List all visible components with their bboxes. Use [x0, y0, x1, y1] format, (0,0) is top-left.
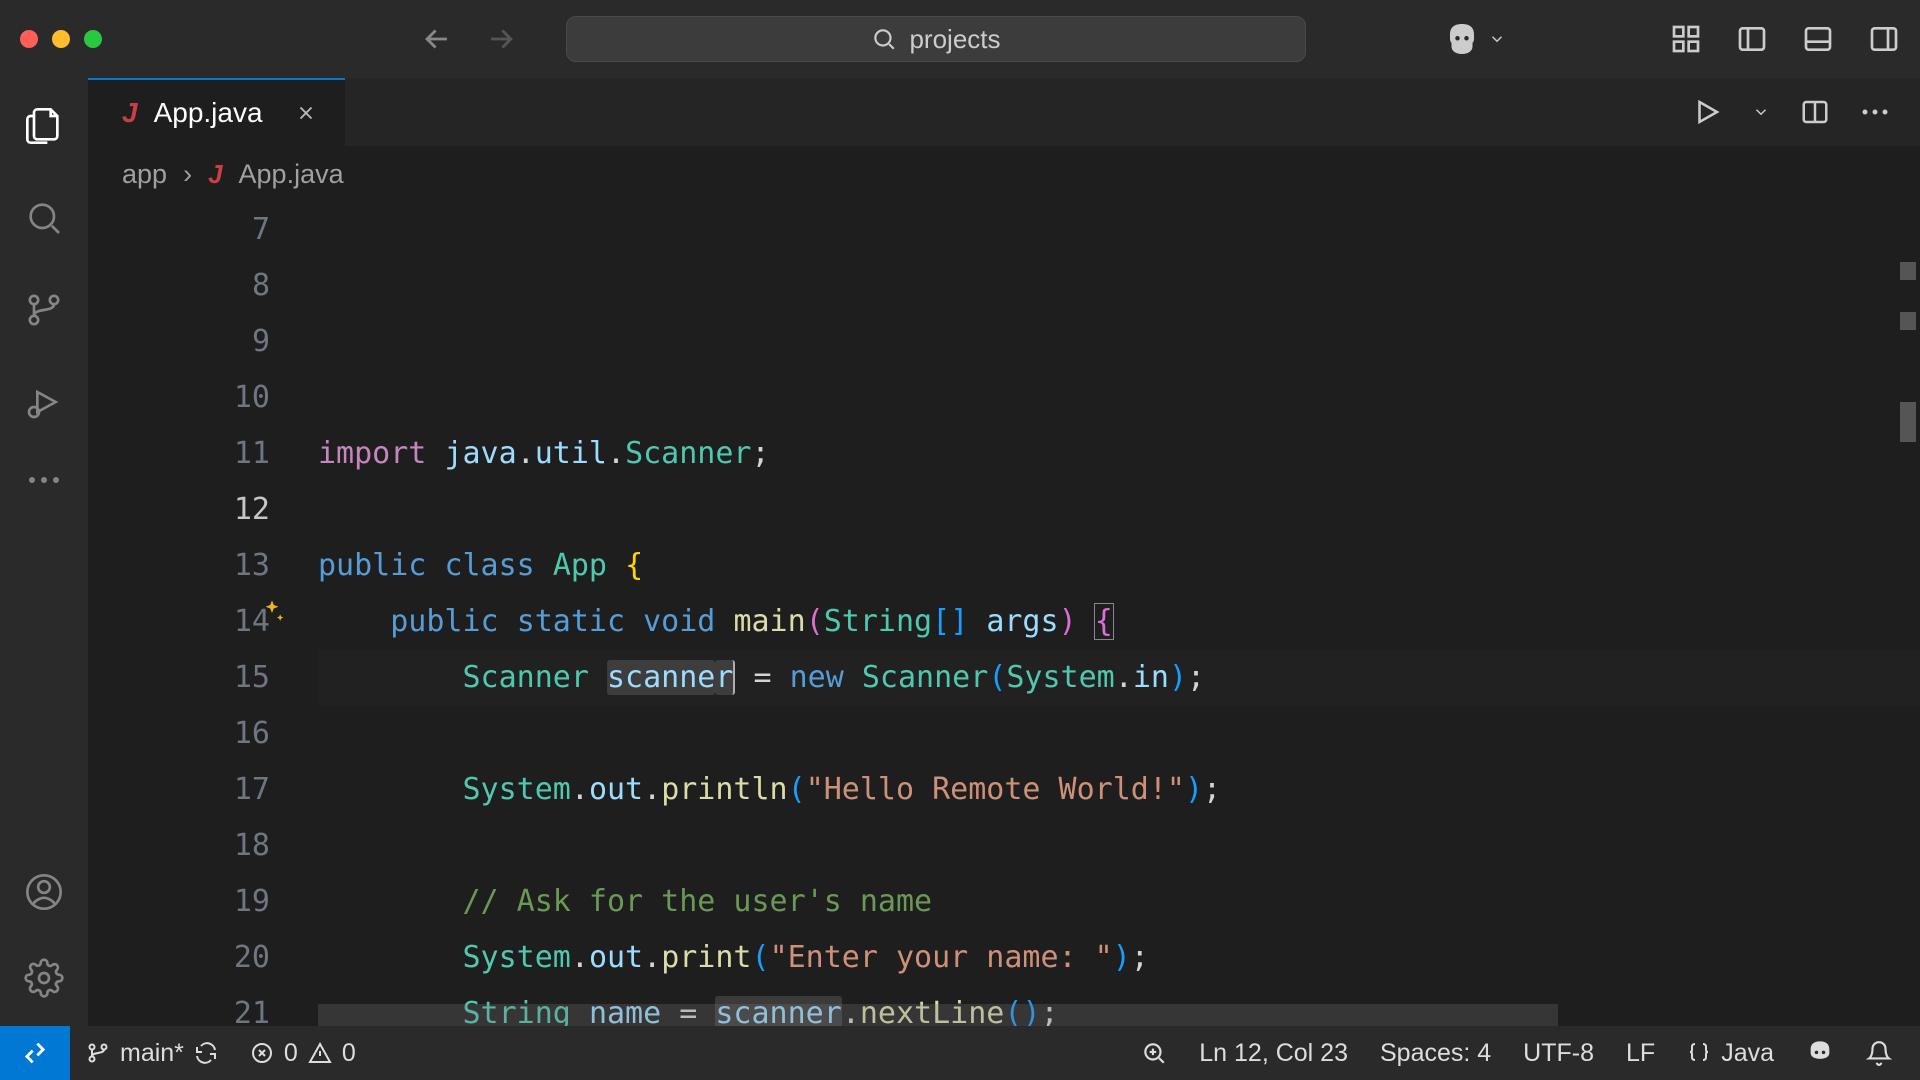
play-icon [1692, 97, 1722, 127]
close-window-button[interactable] [20, 30, 38, 48]
copilot-icon [1806, 1039, 1834, 1067]
eol-status[interactable]: LF [1610, 1039, 1671, 1068]
copilot-status[interactable] [1790, 1039, 1850, 1067]
warning-count: 0 [342, 1039, 356, 1068]
editor-tabs: J App.java [88, 78, 1920, 146]
encoding-status[interactable]: UTF-8 [1507, 1039, 1610, 1068]
workbench: J App.java [88, 78, 1920, 1026]
horizontal-scrollbar[interactable] [318, 1004, 1558, 1026]
zoom-window-button[interactable] [84, 30, 102, 48]
tab-close-button[interactable] [295, 102, 317, 124]
search-icon [871, 26, 897, 52]
breadcrumb-separator: › [183, 159, 192, 190]
editor-actions [1692, 78, 1920, 146]
cursor-position-status[interactable]: Ln 12, Col 23 [1183, 1039, 1364, 1068]
indentation-status[interactable]: Spaces: 4 [1364, 1039, 1507, 1068]
minimap[interactable] [1894, 202, 1920, 1026]
ellipsis-icon [24, 474, 64, 486]
accounts-button[interactable] [24, 872, 64, 912]
error-icon [250, 1041, 274, 1065]
zoom-status[interactable] [1125, 1040, 1183, 1066]
main-area: J App.java [0, 78, 1920, 1026]
nav-history [420, 22, 518, 56]
breadcrumb-segment[interactable]: App.java [239, 159, 344, 190]
toggle-secondary-sidebar-button[interactable] [1868, 23, 1900, 55]
lightbulb-icon[interactable] [258, 486, 439, 738]
customize-layout-button[interactable] [1670, 23, 1702, 55]
titlebar-actions [1444, 21, 1900, 57]
tab-label: App.java [154, 97, 263, 129]
notifications-button[interactable] [1850, 1040, 1908, 1066]
split-icon [1800, 97, 1830, 127]
toggle-panel-button[interactable] [1802, 23, 1834, 55]
command-center[interactable]: projects [566, 16, 1306, 62]
git-branch-status[interactable]: main* [70, 1039, 234, 1068]
close-icon [295, 102, 317, 124]
settings-button[interactable] [24, 958, 64, 998]
ellipsis-icon [1860, 107, 1890, 117]
layout-grid-icon [1670, 23, 1702, 55]
nav-forward-button[interactable] [484, 22, 518, 56]
language-mode-status[interactable]: Java [1671, 1039, 1790, 1068]
java-file-icon: J [122, 97, 138, 129]
more-actions-button[interactable] [1860, 107, 1890, 117]
branch-name: main* [120, 1039, 184, 1068]
bell-icon [1866, 1040, 1892, 1066]
run-dropdown-button[interactable] [1752, 103, 1770, 121]
window-controls [20, 30, 102, 48]
git-branch-icon [24, 290, 64, 330]
run-file-button[interactable] [1692, 97, 1722, 127]
warning-icon [308, 1041, 332, 1065]
panel-right-icon [1868, 23, 1900, 55]
command-center-text: projects [909, 24, 1000, 55]
run-debug-tab[interactable] [24, 382, 64, 422]
activity-bar [0, 78, 88, 1026]
remote-indicator[interactable] [0, 1026, 70, 1080]
git-branch-icon [86, 1041, 110, 1065]
debug-icon [24, 382, 64, 422]
gear-icon [24, 958, 64, 998]
zoom-in-icon [1141, 1040, 1167, 1066]
tab-app-java[interactable]: J App.java [88, 78, 345, 146]
explorer-tab[interactable] [24, 106, 64, 146]
chevron-down-icon [1752, 103, 1770, 121]
remote-icon [21, 1039, 49, 1067]
problems-status[interactable]: 0 0 [234, 1039, 372, 1068]
sync-icon [194, 1041, 218, 1065]
toggle-primary-sidebar-button[interactable] [1736, 23, 1768, 55]
split-editor-button[interactable] [1800, 97, 1830, 127]
search-icon [24, 198, 64, 238]
search-tab[interactable] [24, 198, 64, 238]
copilot-icon [1444, 21, 1480, 57]
more-views-button[interactable] [24, 474, 64, 486]
status-bar: main* 0 0 Ln 12, Col 23 Spaces: 4 UTF-8 … [0, 1026, 1920, 1080]
titlebar: projects [0, 0, 1920, 78]
code-editor[interactable]: 789101112131415161718192021 import java.… [88, 202, 1920, 1026]
nav-back-button[interactable] [420, 22, 454, 56]
java-file-icon: J [208, 159, 222, 190]
code-content[interactable]: import java.util.Scanner;public class Ap… [318, 202, 1920, 1026]
minimize-window-button[interactable] [52, 30, 70, 48]
error-count: 0 [284, 1039, 298, 1068]
panel-bottom-icon [1802, 23, 1834, 55]
files-icon [24, 106, 64, 146]
panel-left-icon [1736, 23, 1768, 55]
breadcrumb[interactable]: app › J App.java [88, 146, 1920, 202]
account-icon [24, 872, 64, 912]
breadcrumb-segment[interactable]: app [122, 159, 167, 190]
chevron-down-icon [1488, 30, 1506, 48]
braces-icon [1687, 1041, 1711, 1065]
source-control-tab[interactable] [24, 290, 64, 330]
copilot-button[interactable] [1444, 21, 1506, 57]
